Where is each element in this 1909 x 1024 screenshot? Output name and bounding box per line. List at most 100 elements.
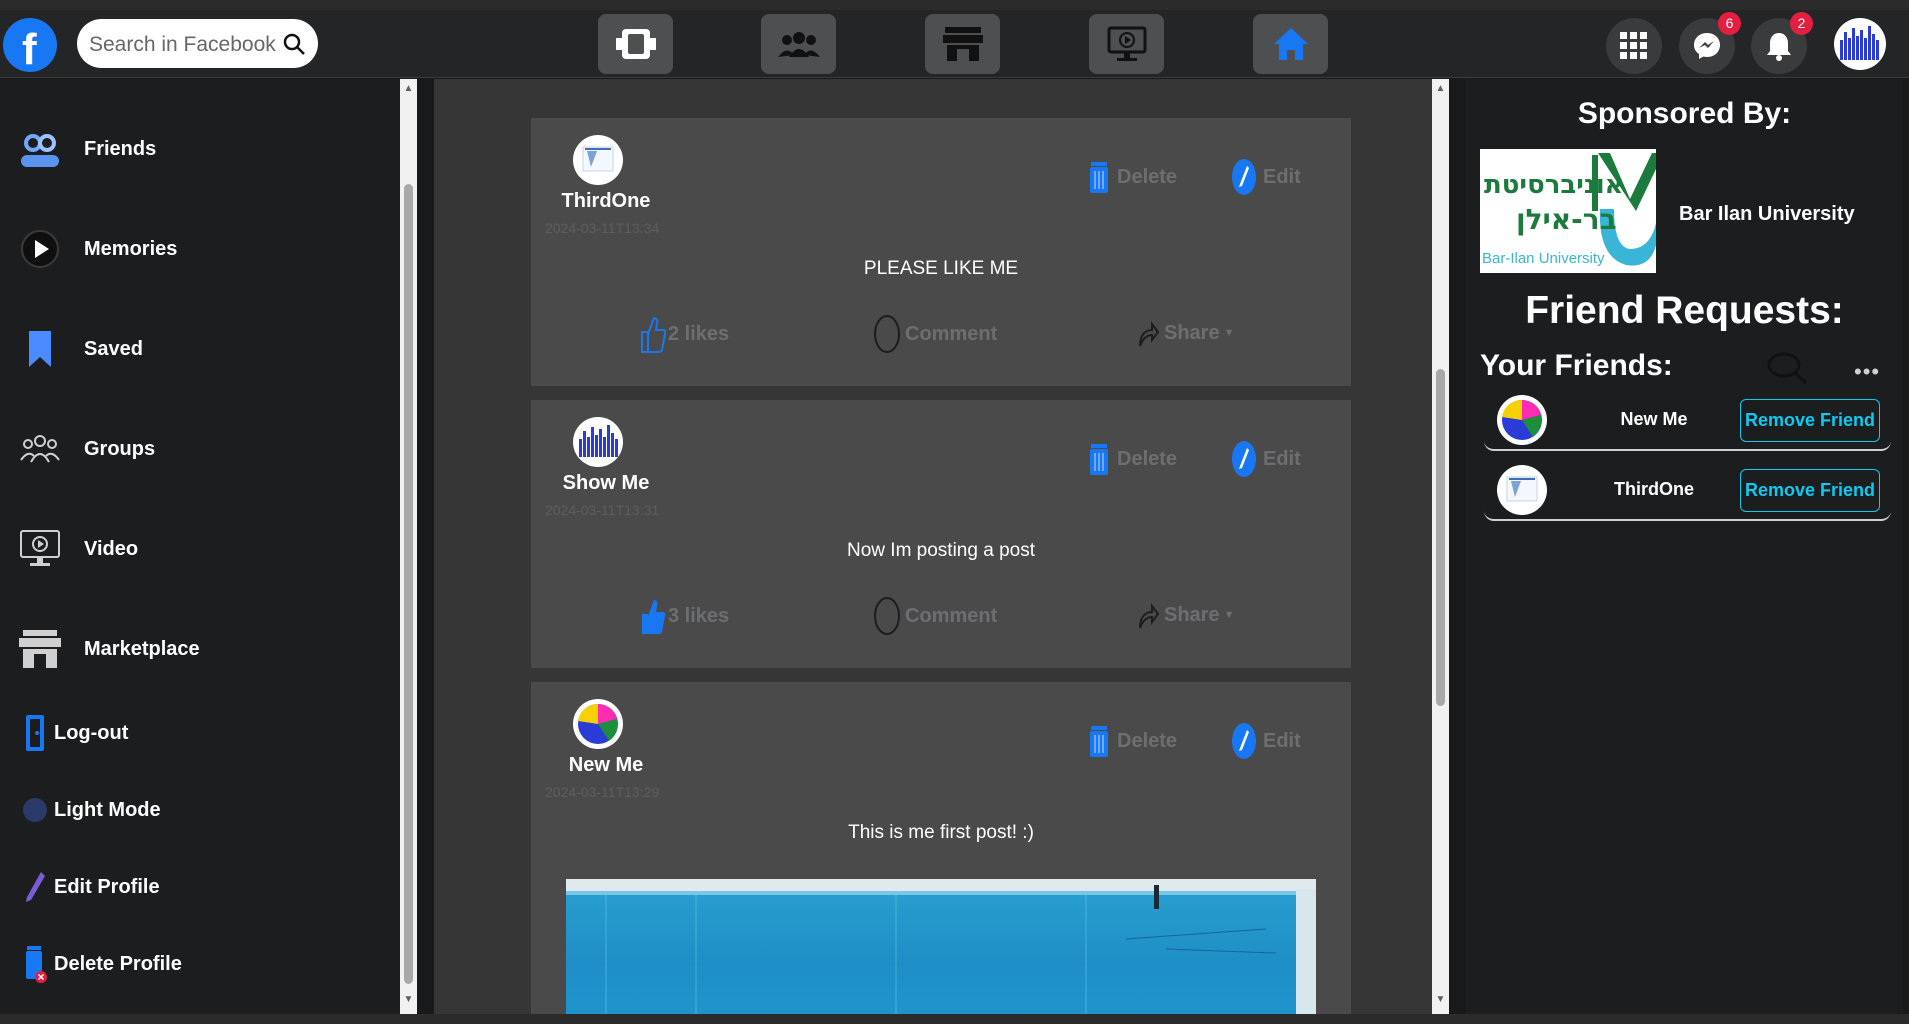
grid-menu-icon [1620, 32, 1647, 59]
edit-post-button[interactable]: Edit [1231, 722, 1301, 760]
sidebar-item-friends[interactable]: Friends [18, 127, 156, 171]
menu-grid-button[interactable] [1606, 18, 1662, 74]
post-date: 2024-03-11T13:34 [545, 220, 660, 236]
friend-name[interactable]: New Me [1579, 409, 1729, 430]
post-image[interactable] [566, 879, 1316, 1014]
share-label: Share [1164, 603, 1220, 626]
friend-avatar[interactable] [1497, 395, 1547, 445]
post-date: 2024-03-11T13:29 [545, 784, 660, 800]
share-dropdown[interactable]: Share ▼ [1136, 600, 1234, 630]
friend-row: New Me Remove Friend [1484, 393, 1891, 451]
right-sidebar: Sponsored By: אוניברסיטת בר-אילן Bar-Ila… [1466, 79, 1903, 1014]
delete-label: Delete [1117, 447, 1178, 470]
edit-pencil-icon [1232, 159, 1256, 195]
scroll-down-arrow-icon[interactable]: ▼ [1432, 994, 1449, 1005]
sidebar-item-memories[interactable]: Memories [18, 227, 177, 271]
messenger-icon [1694, 33, 1720, 59]
delete-profile-button[interactable]: Delete Profile [20, 944, 182, 984]
sidebar-item-label: Marketplace [84, 637, 200, 660]
edit-post-button[interactable]: Edit [1231, 440, 1301, 478]
nav-home-button[interactable] [1253, 14, 1328, 74]
sidebar-scrollbar[interactable]: ▲ ▼ [400, 79, 417, 1014]
post-text: Now Im posting a post [847, 540, 1035, 561]
sidebar-item-label: Video [84, 537, 139, 560]
facebook-logo-icon[interactable]: f [3, 18, 57, 74]
delete-post-button[interactable]: Delete [1087, 160, 1177, 194]
edit-profile-button[interactable]: Edit Profile [20, 867, 160, 907]
search-friends-icon[interactable] [1766, 351, 1808, 385]
search-input[interactable]: Search in Facebook [89, 33, 276, 57]
sidebar-item-saved[interactable]: Saved [18, 327, 143, 371]
post-author-name[interactable]: New Me [531, 754, 681, 777]
post-author-avatar[interactable] [573, 699, 623, 749]
messenger-button[interactable]: 6 [1679, 12, 1741, 74]
post-text: PLEASE LIKE ME [863, 258, 1019, 279]
post-author-name[interactable]: ThirdOne [531, 190, 681, 213]
post-card: Show Me 2024-03-11T13:31 Delete Edit Now… [531, 400, 1351, 668]
more-options-icon[interactable]: ••• [1854, 359, 1880, 385]
sidebar-item-groups[interactable]: Groups [18, 427, 155, 471]
search-icon[interactable] [282, 32, 306, 56]
nav-gaming-button[interactable] [598, 14, 673, 74]
sponsor-name[interactable]: Bar Ilan University [1679, 203, 1855, 226]
scroll-down-arrow-icon[interactable]: ▼ [400, 994, 417, 1005]
like-button[interactable]: 2 likes [638, 314, 729, 354]
logout-label: Log-out [54, 721, 129, 744]
window-bottom-edge [0, 1014, 1909, 1024]
home-icon [1273, 28, 1308, 60]
trash-x-icon [20, 944, 50, 984]
post-author-name[interactable]: Show Me [531, 472, 681, 495]
share-arrow-icon [1139, 321, 1160, 347]
gaming-icon [615, 29, 656, 59]
post-author-avatar[interactable] [573, 135, 623, 185]
friends-icon [18, 127, 62, 171]
delete-post-button[interactable]: Delete [1087, 724, 1177, 758]
post-author-avatar[interactable] [573, 417, 623, 467]
logout-button[interactable]: Log-out [20, 713, 128, 753]
friend-requests-title: Friend Requests: [1525, 289, 1844, 332]
delete-label: Delete [1117, 729, 1178, 752]
pencil-icon [20, 867, 50, 907]
nav-marketplace-button[interactable] [925, 14, 1000, 74]
bell-icon [1767, 33, 1791, 61]
friend-name[interactable]: ThirdOne [1579, 479, 1729, 500]
nav-groups-button[interactable] [761, 14, 836, 74]
search-bar[interactable]: Search in Facebook [77, 19, 318, 68]
share-arrow-icon [1139, 603, 1160, 629]
profile-avatar[interactable] [1834, 18, 1886, 70]
trash-icon [1090, 162, 1108, 193]
post-card: ThirdOne 2024-03-11T13:34 Delete Edit PL… [531, 118, 1351, 386]
light-mode-toggle[interactable]: Light Mode [20, 790, 161, 830]
bar-ilan-logo[interactable]: אוניברסיטת בר-אילן Bar-Ilan University [1480, 149, 1656, 273]
comment-button[interactable]: Comment [873, 596, 997, 636]
comment-bubble-icon [874, 597, 900, 635]
share-dropdown[interactable]: Share ▼ [1136, 318, 1234, 348]
likes-count: 3 likes [668, 604, 730, 627]
comment-button[interactable]: Comment [873, 314, 997, 354]
feed-scroll-thumb[interactable] [1436, 369, 1445, 706]
remove-friend-button[interactable]: Remove Friend [1740, 469, 1880, 512]
delete-profile-label: Delete Profile [54, 952, 182, 975]
marketplace-store-icon [18, 627, 62, 671]
edit-profile-label: Edit Profile [54, 875, 160, 898]
memories-icon [18, 227, 62, 271]
sidebar-scroll-thumb[interactable] [404, 184, 413, 984]
notifications-badge: 2 [1790, 12, 1813, 35]
svg-text:f: f [22, 25, 37, 72]
store-icon [942, 27, 983, 61]
scroll-up-arrow-icon[interactable]: ▲ [400, 83, 417, 94]
edit-post-button[interactable]: Edit [1231, 158, 1301, 196]
like-button[interactable]: 3 likes [638, 596, 729, 636]
friend-avatar[interactable] [1497, 465, 1547, 515]
delete-post-button[interactable]: Delete [1087, 442, 1177, 476]
feed-scrollbar[interactable]: ▲ ▼ [1432, 79, 1449, 1014]
nav-video-button[interactable] [1089, 14, 1164, 74]
notifications-button[interactable]: 2 [1751, 12, 1813, 74]
remove-friend-button[interactable]: Remove Friend [1740, 399, 1880, 442]
thumbs-up-filled-icon [642, 600, 666, 634]
sidebar-item-marketplace[interactable]: Marketplace [18, 627, 200, 671]
avatar-blue-bars-icon [1840, 26, 1879, 60]
light-mode-label: Light Mode [54, 798, 161, 821]
scroll-up-arrow-icon[interactable]: ▲ [1432, 83, 1449, 94]
sidebar-item-video[interactable]: Video [18, 527, 138, 571]
